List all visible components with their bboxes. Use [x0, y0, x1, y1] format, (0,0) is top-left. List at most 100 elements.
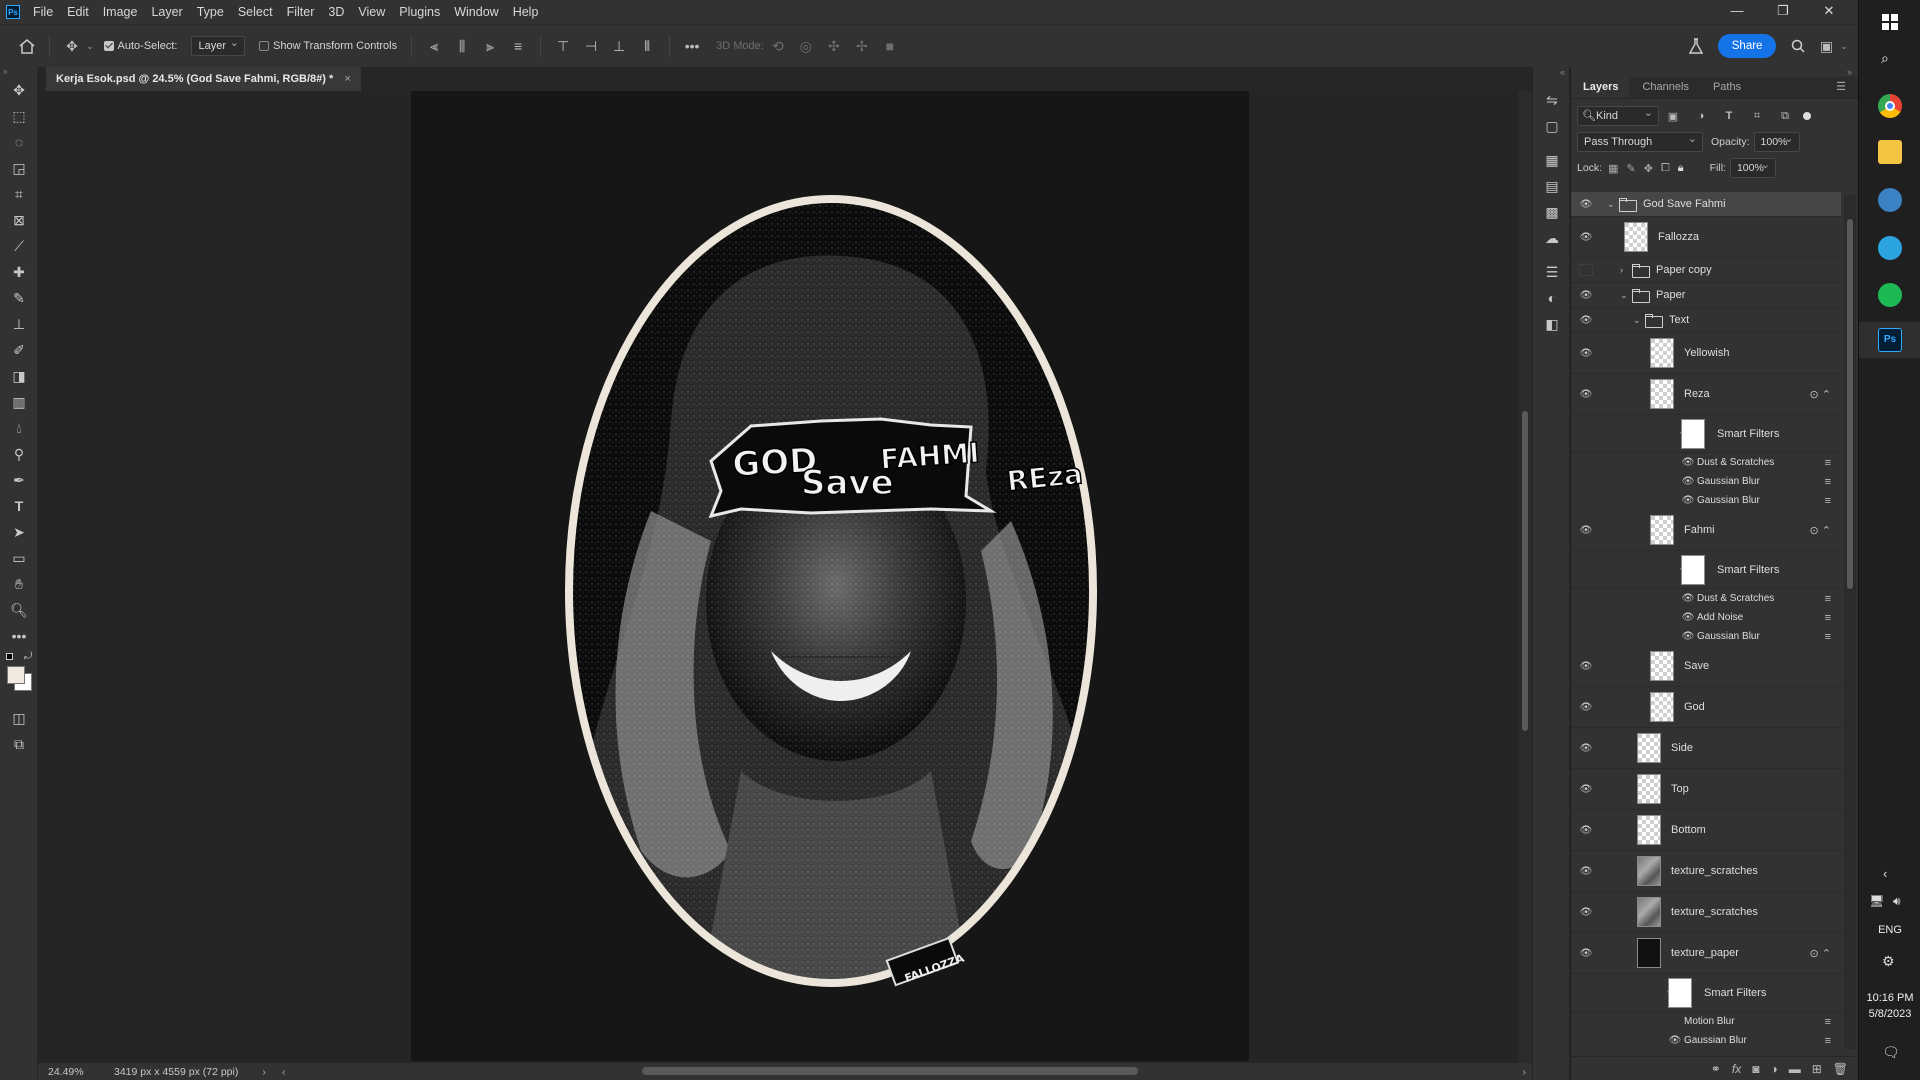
layers-scroll-thumb[interactable] — [1847, 219, 1853, 589]
lock-image-icon[interactable]: ✎ — [1627, 162, 1636, 175]
menu-file[interactable]: File — [26, 0, 60, 24]
menu-select[interactable]: Select — [231, 0, 280, 24]
layer-thumbnail[interactable] — [1650, 692, 1674, 722]
filter-smart-object-icon[interactable]: ⧉ — [1774, 105, 1796, 127]
menu-window[interactable]: Window — [447, 0, 505, 24]
visibility-eye-icon[interactable]: 👁︎ — [1579, 232, 1593, 243]
menu-3d[interactable]: 3D — [321, 0, 351, 24]
home-icon[interactable] — [16, 35, 38, 57]
clone-stamp-tool-icon[interactable]: ⊥ — [0, 311, 38, 337]
filter-type-icon[interactable]: T — [1718, 105, 1740, 127]
visibility-eye-icon[interactable]: 👁︎ — [1681, 631, 1695, 642]
styles-panel-icon[interactable]: ◧ — [1533, 311, 1571, 337]
blend-mode-dropdown[interactable]: Pass Through — [1577, 130, 1703, 152]
lock-transparent-icon[interactable]: ▦ — [1608, 162, 1618, 175]
tab-paths[interactable]: Paths — [1701, 76, 1753, 98]
healing-brush-tool-icon[interactable]: ✚ — [0, 259, 38, 285]
patterns-panel-icon[interactable]: ▩ — [1533, 199, 1571, 225]
eraser-tool-icon[interactable]: ◨ — [0, 363, 38, 389]
libraries-panel-icon[interactable]: ☁ — [1533, 225, 1571, 251]
filter-blending-options-icon[interactable]: ≡ — [1825, 495, 1831, 507]
visibility-eye-icon[interactable]: 👁︎ — [1579, 866, 1593, 877]
visibility-eye-icon[interactable]: 👁︎ — [1579, 825, 1593, 836]
scroll-left-icon[interactable]: ‹ — [282, 1066, 286, 1078]
layer-row[interactable]: 👁︎ ⌄ Paper — [1571, 283, 1841, 308]
layers-scrollbar[interactable] — [1844, 195, 1856, 1049]
auto-select-checkbox[interactable] — [103, 41, 114, 51]
brush-tool-icon[interactable]: ✎ — [0, 285, 38, 311]
visibility-eye-icon[interactable]: 👁︎ — [1579, 661, 1593, 672]
menu-layer[interactable]: Layer — [144, 0, 189, 24]
layer-row[interactable]: 👁︎ ⌄ God Save Fahmi — [1571, 192, 1841, 217]
visibility-eye-icon[interactable]: 👁︎ — [1579, 348, 1593, 359]
layer-row[interactable]: 👁︎Smart Filters — [1571, 551, 1841, 589]
workspace-chevron-icon[interactable]: ⌄ — [1840, 41, 1848, 52]
filter-pixel-icon[interactable]: ▣ — [1662, 105, 1684, 127]
new-layer-icon[interactable]: ⊞ — [1812, 1062, 1822, 1076]
chevron-down-icon[interactable]: ⌄ — [86, 41, 94, 52]
move-tool-icon[interactable]: ✥ — [0, 77, 38, 103]
marquee-tool-icon[interactable]: ⬚ — [0, 103, 38, 129]
vertical-scroll-thumb[interactable] — [1522, 411, 1528, 731]
align-bottom-icon[interactable]: ⊥ — [608, 35, 630, 57]
menu-type[interactable]: Type — [190, 0, 231, 24]
gear-icon[interactable]: ⚙ — [1882, 953, 1895, 970]
visibility-eye-icon[interactable]: 👁︎ — [1579, 784, 1593, 795]
visibility-eye-icon[interactable]: 👁︎ — [1681, 476, 1695, 487]
3d-roll-icon[interactable]: ◎ — [795, 35, 817, 57]
quick-mask-icon[interactable]: ◫ — [0, 705, 38, 731]
layer-row[interactable]: 👁︎ ⌄ Text — [1571, 308, 1841, 333]
taskbar-time[interactable]: 10:16 PM — [1859, 992, 1920, 1004]
zoom-level[interactable]: 24.49% — [48, 1066, 104, 1078]
layer-style-icon[interactable]: fx — [1732, 1062, 1741, 1076]
path-selection-tool-icon[interactable]: ➤ — [0, 519, 38, 545]
smart-filter-item[interactable]: 👁︎ Gaussian Blur ≡ — [1571, 491, 1841, 510]
distribute-vertical-icon[interactable]: ≡ — [507, 35, 529, 57]
smart-filter-item[interactable]: 👁︎ Gaussian Blur ≡ — [1571, 472, 1841, 491]
layer-thumbnail[interactable] — [1650, 515, 1674, 545]
layer-row[interactable]: 👁︎ Side — [1571, 728, 1841, 769]
visibility-eye-icon[interactable]: 👁︎ — [1579, 315, 1593, 326]
eyedropper-tool-icon[interactable]: ⟋ — [0, 233, 38, 259]
expand-chevron-icon[interactable]: ⌄ — [1607, 199, 1615, 210]
filter-blending-options-icon[interactable]: ≡ — [1825, 1016, 1831, 1028]
zoom-tool-icon[interactable]: 🔍︎ — [0, 597, 38, 623]
layer-row[interactable]: 👁︎ ⊙ ⌃ Reza — [1571, 374, 1841, 415]
show-transform-controls-checkbox[interactable] — [259, 41, 269, 51]
smart-filter-item[interactable]: 👁︎ Add Noise ≡ — [1571, 608, 1841, 627]
align-center-icon[interactable]: ⫼ — [451, 35, 473, 57]
filter-blending-options-icon[interactable]: ≡ — [1825, 476, 1831, 488]
align-left-icon[interactable]: ⫷ — [423, 35, 445, 57]
adjustments-panel-icon[interactable]: ◐ — [1533, 285, 1571, 311]
layer-row[interactable]: 👁︎ texture_scratches — [1571, 851, 1841, 892]
dock-collapse-icon[interactable]: « — [1533, 67, 1569, 87]
filter-kind-dropdown[interactable]: 🔍︎ Kind — [1577, 104, 1659, 126]
collapse-arrows-icon[interactable]: » — [0, 67, 37, 77]
crop-tool-icon[interactable]: ⌗ — [0, 181, 38, 207]
align-top-icon[interactable]: ⊤ — [552, 35, 574, 57]
chrome-icon[interactable] — [1878, 94, 1902, 118]
telegram-icon[interactable] — [1878, 236, 1902, 260]
hand-tool-icon[interactable]: ✋︎ — [0, 571, 38, 597]
3d-pan-icon[interactable]: ✣ — [823, 35, 845, 57]
visibility-eye-icon[interactable]: 👁︎ — [1579, 199, 1593, 210]
blur-tool-icon[interactable]: 💧︎ — [0, 415, 38, 441]
menu-image[interactable]: Image — [96, 0, 145, 24]
filter-mask-thumbnail[interactable] — [1681, 555, 1705, 585]
menu-view[interactable]: View — [351, 0, 392, 24]
layer-thumbnail[interactable] — [1624, 222, 1648, 252]
frame-tool-icon[interactable]: ⊠ — [0, 207, 38, 233]
smart-filter-indicator-icon[interactable]: ⊙ ⌃ — [1810, 524, 1832, 537]
comments-panel-icon[interactable]: ▢ — [1533, 113, 1571, 139]
menu-help[interactable]: Help — [506, 0, 546, 24]
layer-row[interactable]: 👁︎ texture_scratches — [1571, 892, 1841, 933]
search-icon[interactable] — [1787, 35, 1809, 57]
distribute-horizontal-icon[interactable]: ⦀ — [636, 35, 658, 57]
screen-mode-icon[interactable]: ⧉ — [0, 731, 38, 757]
edit-toolbar-icon[interactable]: ••• — [0, 623, 38, 649]
smart-filter-item[interactable]: 👁︎ Dust & Scratches ≡ — [1571, 453, 1841, 472]
layer-thumbnail[interactable] — [1637, 815, 1661, 845]
visibility-eye-icon[interactable]: 👁︎ — [1668, 1035, 1682, 1046]
3d-camera-icon[interactable]: ■ — [879, 35, 901, 57]
filter-blending-options-icon[interactable]: ≡ — [1825, 1035, 1831, 1047]
